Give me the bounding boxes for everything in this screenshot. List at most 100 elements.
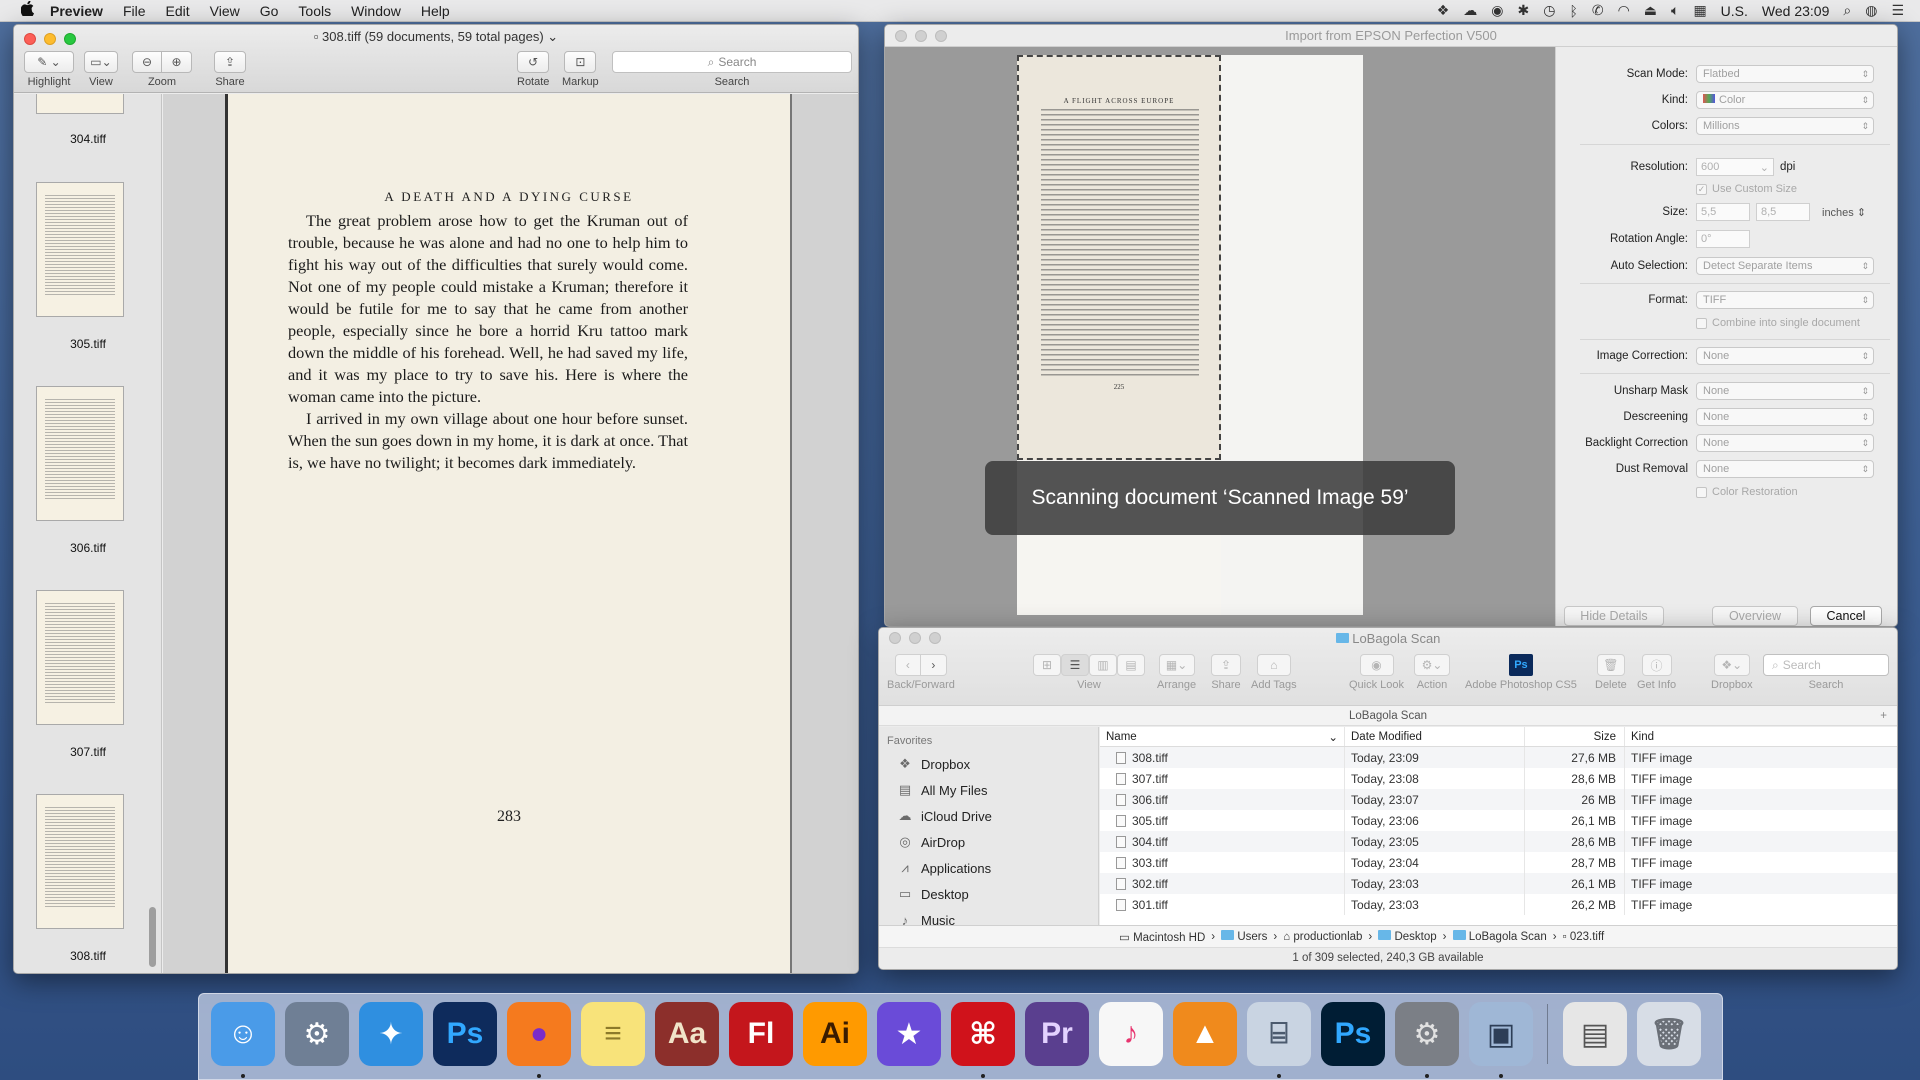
list-view-button[interactable]: ☰ [1061,654,1089,676]
add-tab-icon[interactable]: + [1880,706,1887,726]
path-item-disk[interactable]: ▭ Macintosh HD [1119,930,1205,944]
zoom-window-button[interactable] [935,30,947,42]
cancel-button[interactable]: Cancel [1810,606,1882,626]
action-button[interactable]: ⚙⌄ [1414,654,1450,676]
eject-icon[interactable]: ⏏ [1644,2,1657,19]
thumbnail-304[interactable] [36,94,124,114]
thumbnail-308[interactable] [36,794,124,929]
get-info-button[interactable]: ⓘ [1641,654,1672,676]
flash-icon[interactable]: Fl [729,1002,793,1066]
size-height-field[interactable]: 8,5 [1756,203,1810,221]
path-item-desktop[interactable]: Desktop [1378,930,1437,943]
table-row[interactable]: 302.tiff Today, 23:03 26,1 MB TIFF image [1100,873,1897,894]
column-size-header[interactable]: Size [1525,727,1625,746]
vlc-icon[interactable]: ▲ [1173,1002,1237,1066]
back-button[interactable]: ‹ [894,654,921,676]
quick-look-button[interactable]: ◉ [1359,654,1394,676]
menu-view[interactable]: View [200,3,250,19]
view-button[interactable]: ▭⌄ [84,51,118,73]
table-row[interactable]: 307.tiff Today, 23:08 28,6 MB TIFF image [1100,768,1897,789]
thumbnail-305[interactable] [36,182,124,317]
itunes-icon[interactable]: ♪ [1099,1002,1163,1066]
phone-status-icon[interactable]: ✆ [1592,2,1604,19]
table-row[interactable]: 308.tiff Today, 23:09 27,6 MB TIFF image [1100,747,1897,768]
menu-preview[interactable]: Preview [40,3,113,19]
illustrator-icon[interactable]: Ai [803,1002,867,1066]
unsharp-mask-select[interactable]: None ⇕ [1696,382,1874,400]
menu-window[interactable]: Window [341,3,411,19]
dictionary-icon[interactable]: Aa [655,1002,719,1066]
thumbnail-306[interactable] [36,386,124,521]
column-name-header[interactable]: Name ⌄ [1100,727,1345,746]
menu-go[interactable]: Go [250,3,289,19]
color-restoration-checkbox[interactable]: Color Restoration [1696,486,1798,498]
sidebar-item-desktop[interactable]: ▭ Desktop [879,881,1098,907]
input-source[interactable]: U.S. [1721,3,1748,19]
format-select[interactable]: TIFF ⇕ [1696,291,1874,309]
system-preferences-icon[interactable]: ⚙ [1395,1002,1459,1066]
icon-view-button[interactable]: ⊞ [1033,654,1061,676]
sidebar-item-icloud-drive[interactable]: ☁ iCloud Drive [879,803,1098,829]
resolution-combo[interactable]: 600 ⌄ [1696,158,1774,176]
path-item-users[interactable]: Users [1221,930,1267,943]
file-list[interactable]: Name ⌄ Date Modified Size Kind 308.tiff To… [1100,727,1897,925]
table-row[interactable]: 306.tiff Today, 23:07 26 MB TIFF image [1100,789,1897,810]
downloads-stack-icon[interactable]: ▤ [1563,1002,1627,1066]
table-row[interactable]: 305.tiff Today, 23:06 26,1 MB TIFF image [1100,810,1897,831]
volume-icon[interactable]: 🔈︎ [1671,2,1679,19]
size-unit-select[interactable]: inches ⇕ [1822,206,1866,219]
sidebar-scrollbar[interactable] [149,907,156,967]
size-width-field[interactable]: 5,5 [1696,203,1750,221]
imovie-icon[interactable]: ★ [877,1002,941,1066]
hide-details-button[interactable]: Hide Details [1564,606,1664,626]
photoshop-2-icon[interactable]: Ps [1321,1002,1385,1066]
acrobat-icon[interactable]: ⌘ [951,1002,1015,1066]
path-item-file[interactable]: ▫ 023.tiff [1563,931,1605,943]
auto-selection-select[interactable]: Detect Separate Items ⇕ [1696,257,1874,275]
photoshop-app-button[interactable]: Ps [1508,654,1533,676]
premiere-icon[interactable]: Pr [1025,1002,1089,1066]
arrange-button[interactable]: ▦⌄ [1158,654,1195,676]
minimize-window-button[interactable] [915,30,927,42]
cover-flow-button[interactable]: ▤ [1117,654,1145,676]
photoshop-icon[interactable]: Ps [433,1002,497,1066]
table-row[interactable]: 301.tiff Today, 23:03 26,2 MB TIFF image [1100,894,1897,915]
path-item-home[interactable]: ⌂ productionlab [1283,931,1362,943]
highlight-button[interactable]: ✎ ⌄ [24,51,74,73]
use-custom-size-checkbox[interactable]: ✓ Use Custom Size [1696,183,1797,195]
sidebar-item-all-my-files[interactable]: ▤ All My Files [879,777,1098,803]
image-correction-select[interactable]: None ⇕ [1696,347,1874,365]
search-input[interactable]: ⌕ Search [612,51,852,73]
finder-search-input[interactable]: ⌕ Search [1763,654,1889,676]
zoom-out-button[interactable]: ⊖ [132,51,162,73]
apple-menu-icon[interactable] [14,0,40,20]
delete-button[interactable]: 🗑︎ [1596,654,1625,676]
path-item-folder[interactable]: LoBagola Scan [1452,930,1547,943]
rotation-field[interactable]: 0° [1696,230,1750,248]
dropbox-button[interactable]: ❖⌄ [1713,654,1750,676]
thumbnail-sidebar[interactable]: 304.tiff 305.tiff 306.tiff 307.tiff 308.… [14,94,162,973]
menu-clock[interactable]: Wed 23:09 [1762,3,1829,19]
kind-select[interactable]: Color ⇕ [1696,91,1874,109]
trash-icon[interactable]: 🗑 [1637,1002,1701,1066]
menu-tools[interactable]: Tools [288,3,341,19]
creative-cloud-status-icon[interactable]: ☁ [1463,2,1477,19]
firefox-icon[interactable]: ● [507,1002,571,1066]
spotlight-icon[interactable]: ⌕ [1843,2,1851,19]
share-button[interactable]: ⇪ [214,51,246,73]
menu-edit[interactable]: Edit [156,3,200,19]
markup-button[interactable]: ⊡ [564,51,597,73]
column-kind-header[interactable]: Kind [1625,727,1735,746]
dropbox-status-icon[interactable]: ❖ [1437,2,1450,19]
wifi-icon[interactable]: ◠ [1618,2,1630,19]
notes-icon[interactable]: ≡ [581,1002,645,1066]
document-area[interactable]: A DEATH AND A DYING CURSE The great prob… [163,94,858,973]
sidebar-item-dropbox[interactable]: ❖ Dropbox [879,751,1098,777]
dust-removal-select[interactable]: None ⇕ [1696,460,1874,478]
menu-help[interactable]: Help [411,3,460,19]
table-row[interactable]: 303.tiff Today, 23:04 28,7 MB TIFF image [1100,852,1897,873]
descreening-select[interactable]: None ⇕ [1696,408,1874,426]
finder-icon[interactable]: ☺ [211,1002,275,1066]
sidebar-item-applications[interactable]: ⩘ Applications [879,855,1098,881]
menu-file[interactable]: File [113,3,156,19]
